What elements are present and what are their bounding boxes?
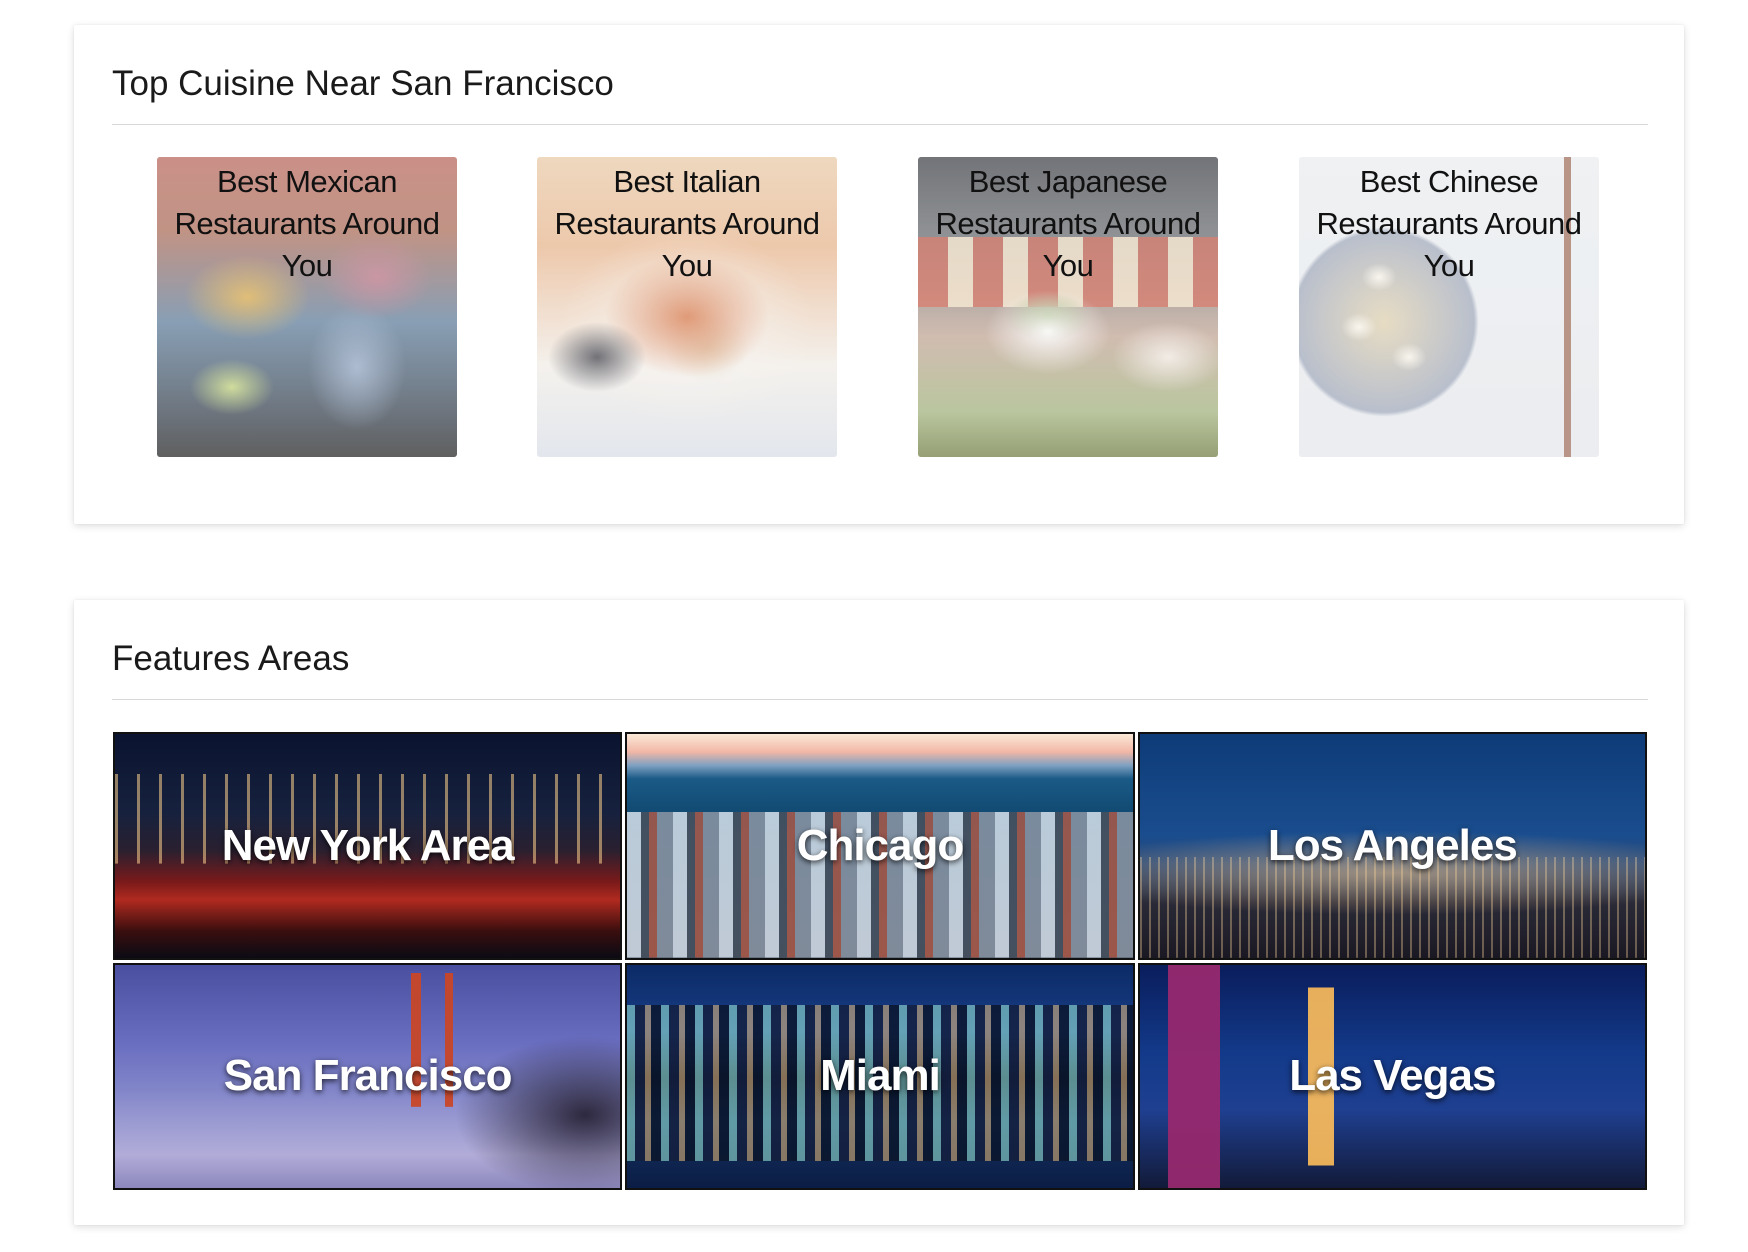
area-tile-label: San Francisco xyxy=(223,1051,513,1101)
cuisine-tile-label: Best Japanese Restaurants Around You xyxy=(935,164,1201,283)
area-tile-las-vegas[interactable]: Las Vegas xyxy=(1137,962,1647,1190)
area-tile-label: Chicago xyxy=(796,820,965,870)
area-tile-miami[interactable]: Miami xyxy=(625,962,1135,1190)
area-tile-san-francisco[interactable]: San Francisco xyxy=(113,962,623,1190)
cuisine-card: Top Cuisine Near San Francisco Best Mexi… xyxy=(74,25,1684,524)
areas-divider xyxy=(112,699,1648,700)
area-tile-label: Miami xyxy=(820,1051,941,1101)
cuisine-tile-label: Best Italian Restaurants Around You xyxy=(554,164,820,283)
areas-card: Features Areas New York Area Chicago Los… xyxy=(74,600,1684,1225)
areas-grid: New York Area Chicago Los Angeles San Fr… xyxy=(113,732,1647,1190)
cuisine-tile-label: Best Mexican Restaurants Around You xyxy=(174,164,440,283)
cuisine-tile-italian[interactable]: Best Italian Restaurants Around You xyxy=(537,157,837,457)
cuisine-tile-label: Best Chinese Restaurants Around You xyxy=(1316,164,1582,283)
cuisine-tile-chinese[interactable]: Best Chinese Restaurants Around You xyxy=(1299,157,1599,457)
area-tile-los-angeles[interactable]: Los Angeles xyxy=(1137,732,1647,960)
area-tile-label: Las Vegas xyxy=(1289,1051,1496,1101)
area-tile-chicago[interactable]: Chicago xyxy=(625,732,1135,960)
area-tile-label: Los Angeles xyxy=(1267,820,1518,870)
area-tile-label: New York Area xyxy=(221,820,515,870)
cuisine-tiles: Best Mexican Restaurants Around You Best… xyxy=(74,25,1684,524)
area-tile-new-york[interactable]: New York Area xyxy=(113,732,623,960)
cuisine-tile-mexican[interactable]: Best Mexican Restaurants Around You xyxy=(157,157,457,457)
areas-section-title: Features Areas xyxy=(112,639,350,678)
cuisine-tile-japanese[interactable]: Best Japanese Restaurants Around You xyxy=(918,157,1218,457)
